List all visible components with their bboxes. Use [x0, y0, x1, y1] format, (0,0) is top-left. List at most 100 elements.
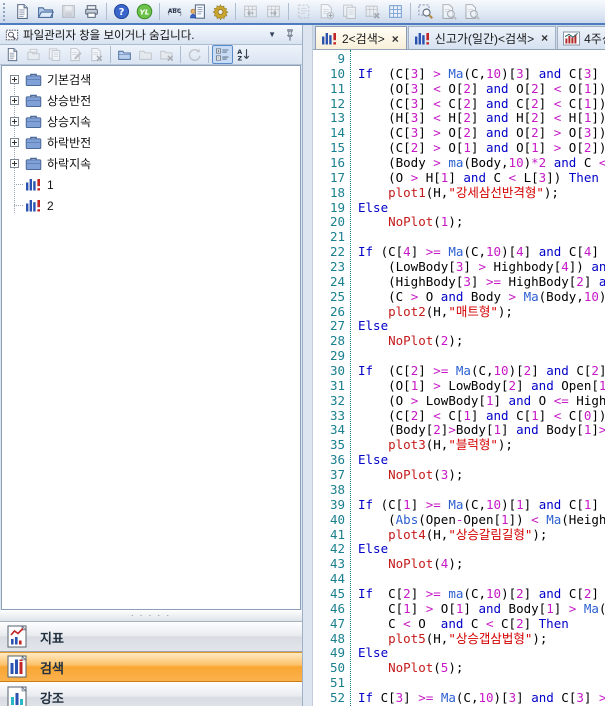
code-line — [358, 52, 605, 67]
open-folder-icon[interactable] — [34, 1, 57, 22]
nav-button-label: 지표 — [40, 628, 64, 647]
nav-button-label: 강조 — [40, 688, 64, 706]
report-copy-icon[interactable] — [338, 1, 361, 22]
yeslanguage-icon[interactable]: YL — [133, 1, 156, 22]
code-line: (C > O and Body > Ma(Body,10)* — [358, 290, 605, 305]
code-line: (Body[2]>Body[1] and Body[1]>B — [358, 423, 605, 438]
tree-item[interactable]: 하락반전 — [2, 132, 300, 153]
table-next-icon[interactable] — [262, 1, 285, 22]
chevron-down-icon[interactable]: ▼ — [263, 30, 281, 39]
expand-icon[interactable] — [10, 138, 19, 147]
tree-connector — [14, 184, 23, 185]
refresh-icon[interactable] — [184, 45, 205, 64]
folder-icon — [25, 135, 42, 150]
nav-button-강조[interactable]: 강조 — [0, 682, 302, 706]
spellcheck-icon[interactable]: ABC — [163, 1, 186, 22]
line-number: 9 — [313, 52, 345, 67]
svg-text:Z: Z — [237, 55, 242, 63]
delete-doc-icon[interactable] — [86, 45, 107, 64]
report-add-icon[interactable] — [315, 1, 338, 22]
sort-az-icon[interactable]: AZ — [233, 45, 254, 64]
code-line: C[1] > O[1] and Body[1] > Ma(B — [358, 602, 605, 617]
script-editor-icon[interactable] — [186, 1, 209, 22]
new-file-icon[interactable] — [11, 1, 34, 22]
copy-icon[interactable] — [44, 45, 65, 64]
folder-delete-icon[interactable] — [156, 45, 177, 64]
line-number: 35 — [313, 438, 345, 453]
highlight-icon — [5, 685, 31, 706]
code-line: (C[2] > O[1] and O[1] > O[2]) — [358, 141, 605, 156]
line-number: 33 — [313, 409, 345, 424]
editor-tab[interactable]: 신고가(일간)<검색>× — [408, 26, 556, 49]
editor-tab[interactable]: 2<검색> × — [315, 26, 407, 50]
folder-icon — [25, 114, 42, 129]
code-line: (C[3] < C[2] and C[2] < C[1]) — [358, 97, 605, 112]
open-file-icon[interactable] — [23, 45, 44, 64]
code-lines[interactable]: If (C[3] > Ma(C,10)[3] and C[3] > (O[3] … — [351, 50, 605, 706]
editor-tab[interactable]: 4주신고가 — [557, 26, 605, 49]
chart-icon — [414, 31, 431, 46]
line-number: 21 — [313, 230, 345, 245]
tree-view-icon[interactable] — [212, 45, 233, 64]
print-icon[interactable] — [80, 1, 103, 22]
line-number: 25 — [313, 290, 345, 305]
line-number: 29 — [313, 349, 345, 364]
tree-item[interactable]: 상승반전 — [2, 90, 300, 111]
grid-icon[interactable] — [384, 1, 407, 22]
code-line: If C[2] >= ma(C,10)[2] and C[2] > — [358, 587, 605, 602]
code-line: (O[3] < O[2] and O[2] < O[1]) — [358, 82, 605, 97]
line-number: 19 — [313, 201, 345, 216]
table-prev-icon[interactable] — [239, 1, 262, 22]
folder-icon — [25, 93, 42, 108]
tree-item-label: 2 — [47, 199, 54, 213]
code-line — [358, 676, 605, 691]
doc-search-icon[interactable] — [460, 1, 483, 22]
line-number: 31 — [313, 379, 345, 394]
main-toolbar: ?YL ABC — [0, 0, 605, 25]
line-number: 34 — [313, 423, 345, 438]
toolbar-separator — [159, 3, 160, 20]
help-icon[interactable]: ? — [110, 1, 133, 22]
tree-item[interactable]: 기본검색 — [2, 69, 300, 90]
indicator-icon — [5, 624, 31, 650]
tree-item-label: 하락반전 — [47, 134, 91, 151]
line-number: 14 — [313, 126, 345, 141]
zoom-select-icon[interactable] — [414, 1, 437, 22]
table-close-icon[interactable] — [361, 1, 384, 22]
tree-item[interactable]: 상승지속 — [2, 111, 300, 132]
settings-icon[interactable] — [209, 1, 232, 22]
edit-icon[interactable] — [65, 45, 86, 64]
nav-button-label: 검색 — [40, 658, 64, 677]
code-editor[interactable]: 9101112131415161718192021222324252627282… — [313, 50, 605, 706]
line-number: 36 — [313, 453, 345, 468]
close-icon[interactable]: × — [541, 32, 548, 44]
tab-label: 2<검색> — [342, 30, 385, 47]
save-icon[interactable] — [57, 1, 80, 22]
horizontal-splitter[interactable]: · · · · · — [0, 610, 302, 622]
expand-icon[interactable] — [10, 96, 19, 105]
code-line: (LowBody[3] > Highbody[4]) and — [358, 260, 605, 275]
folder-icon[interactable] — [135, 45, 156, 64]
expand-icon[interactable] — [10, 117, 19, 126]
doc-search-icon[interactable] — [437, 1, 460, 22]
tree-item[interactable]: 1 — [2, 174, 300, 195]
expand-icon[interactable] — [10, 75, 19, 84]
pin-icon[interactable] — [281, 26, 299, 44]
code-line: If (C[3] > Ma(C,10)[3] and C[3] > — [358, 67, 605, 82]
new-file-icon[interactable] — [2, 45, 23, 64]
close-icon[interactable]: × — [392, 33, 399, 45]
tree-item[interactable]: 하락지속 — [2, 153, 300, 174]
line-number: 51 — [313, 676, 345, 691]
nav-button-검색[interactable]: 검색 — [0, 652, 302, 682]
code-line: Else — [358, 201, 605, 216]
toolbar-grip[interactable] — [3, 3, 8, 21]
line-number: 45 — [313, 587, 345, 602]
nav-button-지표[interactable]: 지표 — [0, 622, 302, 652]
expand-icon[interactable] — [10, 159, 19, 168]
folder-new-icon[interactable] — [114, 45, 135, 64]
tree-item[interactable]: 2 — [2, 195, 300, 216]
candle-chart-icon — [563, 31, 580, 46]
report-dashed-icon[interactable] — [292, 1, 315, 22]
vertical-splitter[interactable] — [304, 25, 313, 706]
toolbar-separator — [235, 3, 236, 20]
